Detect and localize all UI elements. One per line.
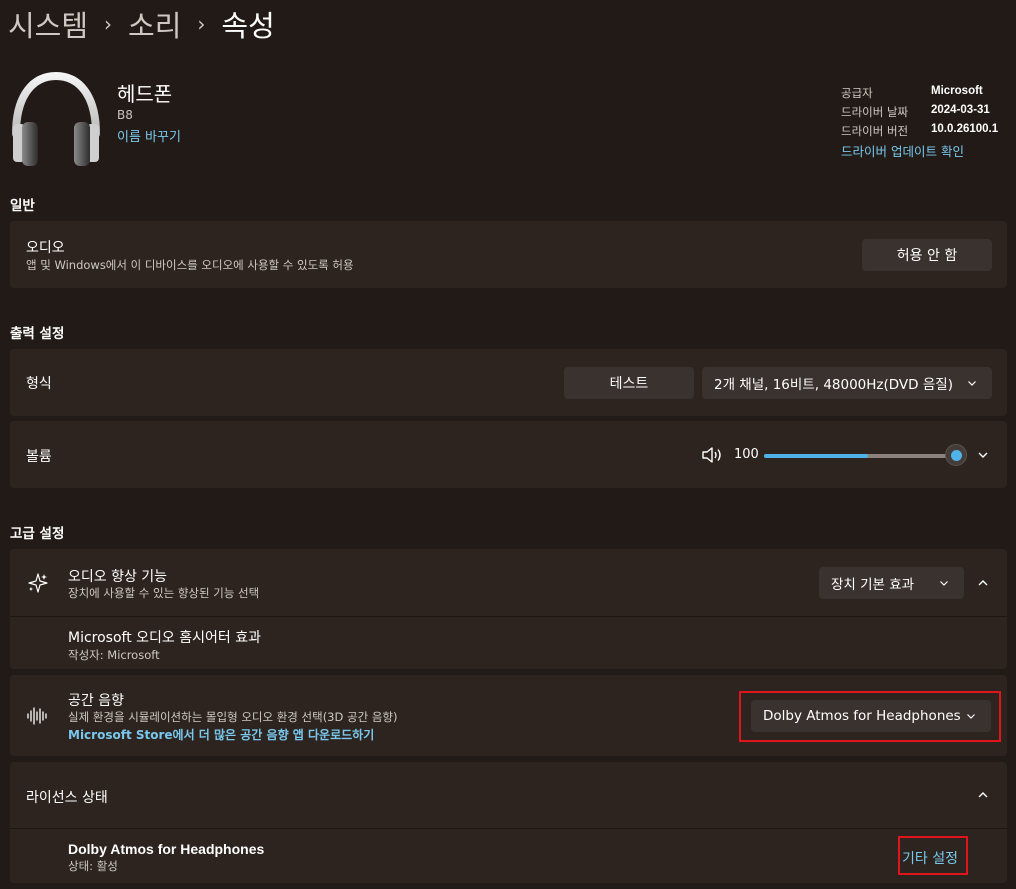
license-product: Dolby Atmos for Headphones xyxy=(68,841,265,857)
license-status: 상태: 활성 xyxy=(68,859,118,873)
highlight-box xyxy=(898,836,968,875)
format-title: 형식 xyxy=(26,376,52,392)
volume-value: 100 xyxy=(734,447,759,462)
divider xyxy=(10,828,1007,829)
license-title: 라이선스 상태 xyxy=(26,790,108,806)
license-card: 라이선스 상태 Dolby Atmos for Headphones 상태: 활… xyxy=(10,762,1007,883)
chevron-down-icon[interactable] xyxy=(977,449,989,461)
chevron-down-icon xyxy=(966,377,978,389)
home-theater-author: 작성자: Microsoft xyxy=(68,648,160,662)
chevron-up-icon[interactable] xyxy=(977,789,989,801)
speaker-icon[interactable] xyxy=(701,446,723,464)
breadcrumb-separator: › xyxy=(197,12,206,36)
home-theater-title: Microsoft 오디오 홈시어터 효과 xyxy=(68,630,261,646)
rename-link[interactable]: 이름 바꾸기 xyxy=(117,126,181,145)
disallow-button[interactable]: 허용 안 함 xyxy=(862,239,992,271)
volume-slider-thumb[interactable] xyxy=(945,444,967,466)
device-subtitle: B8 xyxy=(117,108,133,122)
highlight-box xyxy=(739,691,1001,742)
sound-wave-icon xyxy=(26,706,48,726)
enhancements-title: 오디오 향상 기능 xyxy=(68,569,168,585)
volume-slider-track[interactable] xyxy=(764,454,956,458)
driver-update-link[interactable]: 드라이버 업데이트 확인 xyxy=(841,141,964,160)
volume-title: 볼륨 xyxy=(26,449,52,465)
provider-value: Microsoft xyxy=(931,85,983,97)
audio-card: 오디오 앱 및 Windows에서 이 디바이스를 오디오에 사용할 수 있도록… xyxy=(10,221,1007,288)
breadcrumb: 시스템 › 소리 › 속성 xyxy=(8,4,275,44)
test-button[interactable]: 테스트 xyxy=(564,367,694,399)
store-link[interactable]: Microsoft Store에서 더 많은 공간 음향 앱 다운로드하기 xyxy=(68,726,374,743)
headphones-icon xyxy=(10,71,102,170)
breadcrumb-sound[interactable]: 소리 xyxy=(128,3,181,45)
driver-date-label: 드라이버 날짜 xyxy=(841,105,909,119)
section-general: 일반 xyxy=(10,198,35,214)
divider xyxy=(10,616,1007,617)
enhancements-description: 장치에 사용할 수 있는 향상된 기능 선택 xyxy=(68,586,260,600)
driver-date-value: 2024-03-31 xyxy=(931,104,990,116)
driver-version-value: 10.0.26100.1 xyxy=(931,123,999,135)
section-output: 출력 설정 xyxy=(10,326,65,342)
breadcrumb-separator: › xyxy=(104,12,113,36)
spatial-title: 공간 음향 xyxy=(68,693,124,709)
enhancements-selected: 장치 기본 효과 xyxy=(831,577,915,593)
provider-label: 공급자 xyxy=(841,86,873,100)
format-dropdown[interactable]: 2개 채널, 16비트, 48000Hz(DVD 음질) xyxy=(702,367,992,399)
device-name: 헤드폰 xyxy=(117,82,173,106)
breadcrumb-system[interactable]: 시스템 xyxy=(8,3,88,45)
section-advanced: 고급 설정 xyxy=(10,526,65,542)
chevron-up-icon[interactable] xyxy=(977,577,989,589)
enhancements-dropdown[interactable]: 장치 기본 효과 xyxy=(819,567,964,599)
chevron-down-icon xyxy=(938,577,950,589)
volume-slider-fill xyxy=(764,454,868,458)
sparkle-icon xyxy=(27,572,49,594)
audio-title: 오디오 xyxy=(26,240,65,256)
driver-version-label: 드라이버 버전 xyxy=(841,124,909,138)
audio-description: 앱 및 Windows에서 이 디바이스를 오디오에 사용할 수 있도록 허용 xyxy=(26,258,354,272)
format-selected: 2개 채널, 16비트, 48000Hz(DVD 음질) xyxy=(714,377,953,393)
breadcrumb-properties: 속성 xyxy=(221,9,275,43)
spatial-description: 실제 환경을 시뮬레이션하는 몰입형 오디오 환경 선택(3D 공간 음향) xyxy=(68,710,398,724)
